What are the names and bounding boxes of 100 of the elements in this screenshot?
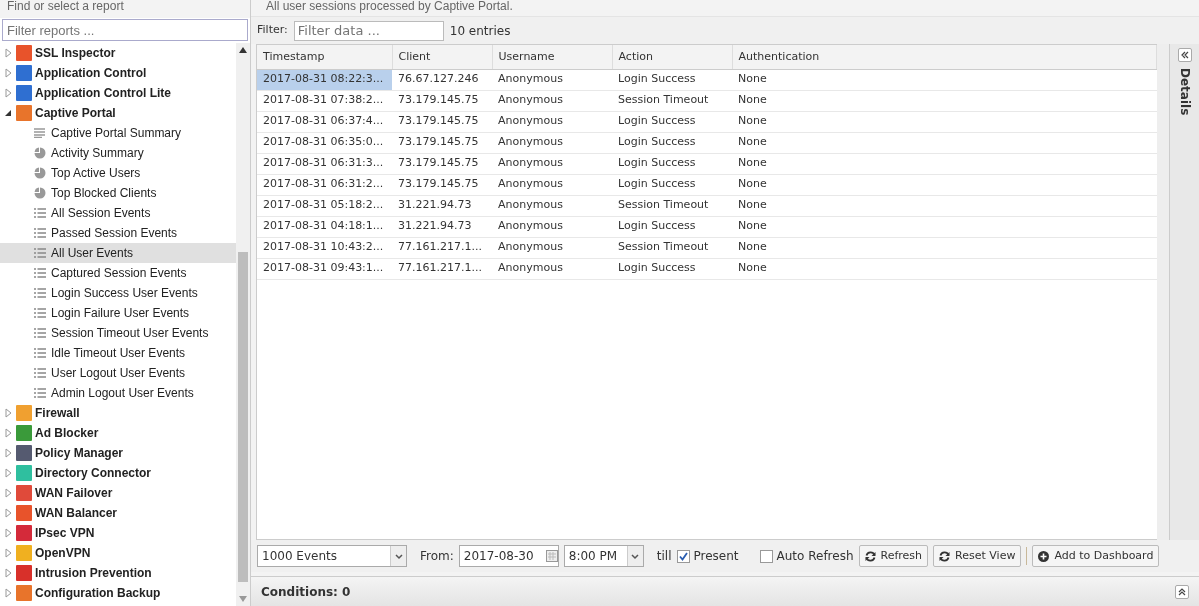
table-cell: Anonymous [492, 69, 612, 90]
table-cell: 77.161.217.1... [392, 258, 492, 279]
tree-item[interactable]: Application Control Lite [0, 83, 236, 103]
table-cell: Anonymous [492, 216, 612, 237]
table-cell: 2017-08-31 07:38:2... [257, 90, 392, 111]
table-cell: 76.67.127.246 [392, 69, 492, 90]
table-cell: Login Success [612, 153, 732, 174]
tree-item[interactable]: IPsec VPN [0, 523, 236, 543]
tree-item[interactable]: Top Active Users [0, 163, 236, 183]
tree-item[interactable]: Login Success User Events [0, 283, 236, 303]
tree-item[interactable]: Application Control [0, 63, 236, 83]
table-cell: Anonymous [492, 111, 612, 132]
table-cell: 31.221.94.73 [392, 216, 492, 237]
table-cell: Login Success [612, 132, 732, 153]
table-cell: Login Success [612, 174, 732, 195]
table-cell: 2017-08-31 10:43:2... [257, 237, 392, 258]
table-cell: 2017-08-31 06:31:3... [257, 153, 392, 174]
tree-item[interactable]: SSL Inspector [0, 43, 236, 63]
tree-item[interactable]: Admin Logout User Events [0, 383, 236, 403]
table-cell: Anonymous [492, 90, 612, 111]
tree-item[interactable]: OpenVPN [0, 543, 236, 563]
column-header[interactable]: Username [492, 45, 612, 69]
table-cell: Anonymous [492, 174, 612, 195]
table-cell: 2017-08-31 08:22:3... [257, 69, 392, 90]
conditions-label: Conditions: 0 [261, 583, 351, 601]
tree-item[interactable]: WAN Balancer [0, 503, 236, 523]
table-cell: 77.161.217.1... [392, 237, 492, 258]
table-cell: Anonymous [492, 195, 612, 216]
tree-item[interactable]: Intrusion Prevention [0, 563, 236, 583]
table-cell: 2017-08-31 05:18:2... [257, 195, 392, 216]
table-cell: 73.179.145.75 [392, 153, 492, 174]
tree-item[interactable]: Session Timeout User Events [0, 323, 236, 343]
table-cell: 73.179.145.75 [392, 111, 492, 132]
table-cell: Login Success [612, 111, 732, 132]
table-cell: Session Timeout [612, 90, 732, 111]
table-cell: Anonymous [492, 237, 612, 258]
auto-refresh-checkbox[interactable]: Auto Refresh [759, 547, 854, 565]
table-cell: 73.179.145.75 [392, 90, 492, 111]
tree-item[interactable]: All Session Events [0, 203, 236, 223]
table-cell: 73.179.145.75 [392, 174, 492, 195]
tree-item[interactable]: Passed Session Events [0, 223, 236, 243]
refresh-button[interactable]: Refresh [858, 545, 929, 567]
table-cell: 2017-08-31 06:31:2... [257, 174, 392, 195]
tree-item[interactable]: Captured Session Events [0, 263, 236, 283]
tree-item[interactable]: Configuration Backup [0, 583, 236, 603]
table-cell: Anonymous [492, 258, 612, 279]
table-cell: None [732, 195, 1157, 216]
tree-item[interactable]: Captive Portal Summary [0, 123, 236, 143]
table-cell: 2017-08-31 04:18:1... [257, 216, 392, 237]
till-label: till [656, 548, 672, 565]
tree-item[interactable]: All User Events [0, 243, 236, 263]
time-dropdown[interactable]: 8:00 PM [563, 545, 644, 567]
column-header[interactable]: Authentication [732, 45, 1157, 69]
tree-item[interactable]: Ad Blocker [0, 423, 236, 443]
reset-view-button[interactable]: Reset View [933, 545, 1022, 567]
table-cell: None [732, 132, 1157, 153]
column-header[interactable]: Client [392, 45, 492, 69]
table-cell: None [732, 90, 1157, 111]
tree-item[interactable]: Captive Portal [0, 103, 236, 123]
tree-item[interactable]: Firewall [0, 403, 236, 423]
entry-count: 10 entries [449, 22, 511, 40]
table-cell: 2017-08-31 06:35:0... [257, 132, 392, 153]
table-cell: None [732, 258, 1157, 279]
column-header[interactable]: Timestamp [257, 45, 392, 69]
tree-item[interactable]: Policy Manager [0, 443, 236, 463]
event-limit-dropdown[interactable]: 1000 Events [257, 545, 407, 567]
from-label: From: [420, 548, 454, 565]
table-cell: None [732, 111, 1157, 132]
sidebar-title: Find or select a report [0, 0, 250, 18]
table-cell: Session Timeout [612, 237, 732, 258]
table-cell: 73.179.145.75 [392, 132, 492, 153]
table-cell: Login Success [612, 69, 732, 90]
tree-item[interactable]: User Logout User Events [0, 363, 236, 383]
table-cell: Anonymous [492, 132, 612, 153]
filter-label: Filter: [257, 22, 288, 39]
column-header[interactable]: Action [612, 45, 732, 69]
data-filter-field[interactable]: Filter data ... [293, 20, 444, 41]
table-cell: 2017-08-31 06:37:4... [257, 111, 392, 132]
table-cell: Anonymous [492, 153, 612, 174]
table-cell: Session Timeout [612, 195, 732, 216]
report-description: All user sessions processed by Captive Portal. [251, 0, 1199, 17]
tree-item[interactable]: WAN Failover [0, 483, 236, 503]
table-cell: None [732, 69, 1157, 90]
details-label[interactable]: Details [1175, 68, 1194, 116]
report-filter-field[interactable]: Filter reports ... [2, 19, 248, 41]
table-cell: None [732, 216, 1157, 237]
present-checkbox[interactable]: Present [676, 547, 739, 565]
table-cell: 2017-08-31 09:43:1... [257, 258, 392, 279]
tree-item[interactable]: Top Blocked Clients [0, 183, 236, 203]
tree-item[interactable]: Login Failure User Events [0, 303, 236, 323]
table-cell: Login Success [612, 258, 732, 279]
table-cell: 31.221.94.73 [392, 195, 492, 216]
tree-item[interactable]: Idle Timeout User Events [0, 343, 236, 363]
table-cell: None [732, 237, 1157, 258]
date-field[interactable]: 2017-08-30 [458, 545, 559, 567]
tree-item[interactable]: Directory Connector [0, 463, 236, 483]
tree-item[interactable]: Activity Summary [0, 143, 236, 163]
table-cell: None [732, 174, 1157, 195]
table-cell: None [732, 153, 1157, 174]
add-to-dashboard-button[interactable]: Add to Dashboard [1032, 545, 1160, 567]
